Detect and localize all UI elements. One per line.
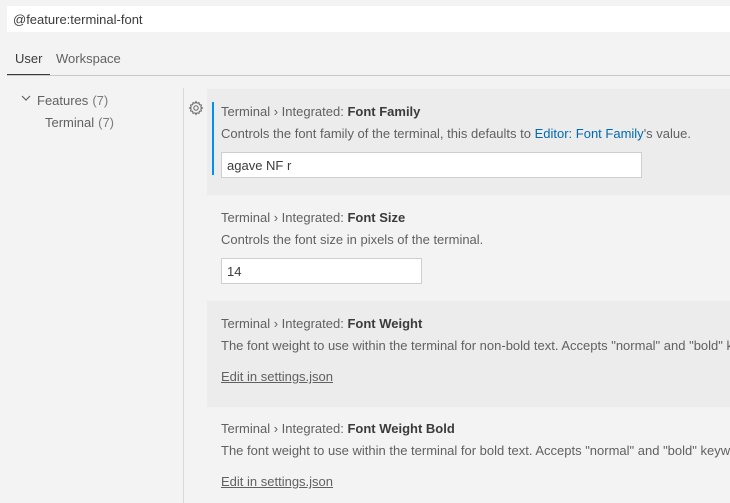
setting-title: Terminal › Integrated: Font Family [221,104,730,119]
tab-user[interactable]: User [6,51,52,75]
chevron-down-icon [21,95,31,101]
setting-category: Terminal › Integrated: [221,104,348,119]
font-family-input[interactable]: agave NF r [221,152,642,178]
font-size-value: 14 [227,264,242,279]
toc-item-terminal[interactable]: Terminal (7) [0,110,183,132]
settings-toc: Features (7) Terminal (7) [0,88,183,132]
font-size-input[interactable]: 14 [221,258,422,284]
settings-search-input[interactable]: @feature:terminal-font [7,6,730,32]
setting-title: Terminal › Integrated: Font Weight [221,316,730,331]
setting-title: Terminal › Integrated: Font Size [221,210,730,225]
toc-terminal-count: (7) [98,115,115,130]
description-text: Controls the font family of the terminal… [221,126,535,141]
settings-scope-tabs: User Workspace [6,44,730,76]
setting-category: Terminal › Integrated: [221,421,348,436]
setting-font-size: Terminal › Integrated: Font Size Control… [207,195,730,301]
setting-description: Controls the font size in pixels of the … [221,232,484,247]
setting-category: Terminal › Integrated: [221,316,348,331]
toc-features-label: Features [37,93,89,108]
setting-description: The font weight to use within the termin… [221,443,730,458]
setting-name: Font Weight [347,316,423,331]
setting-category: Terminal › Integrated: [221,210,348,225]
setting-font-weight: Terminal › Integrated: Font Weight The f… [207,301,730,407]
gear-icon[interactable] [188,100,204,116]
setting-name: Font Weight Bold [347,421,455,436]
edit-in-settings-json-link[interactable]: Edit in settings.json [221,474,333,489]
description-suffix: 's value. [643,126,691,141]
font-family-value: agave NF r [227,158,292,173]
toc-item-features[interactable]: Features (7) [0,88,183,110]
search-query: @feature:terminal-font [13,12,143,27]
toc-terminal-label: Terminal [45,115,95,130]
setting-name: Font Size [347,210,406,225]
setting-font-family: Terminal › Integrated: Font Family Contr… [207,89,730,195]
setting-description: Controls the font family of the terminal… [221,126,730,141]
edit-in-settings-json-link[interactable]: Edit in settings.json [221,369,333,384]
sash-divider[interactable] [183,88,184,503]
editor-font-family-link[interactable]: Editor: Font Family [535,126,644,141]
setting-font-weight-bold: Terminal › Integrated: Font Weight Bold … [207,406,730,503]
setting-name: Font Family [347,104,421,119]
setting-description: The font weight to use within the termin… [221,338,730,353]
toc-features-count: (7) [92,93,109,108]
tab-workspace[interactable]: Workspace [56,51,121,66]
setting-title: Terminal › Integrated: Font Weight Bold [221,421,730,436]
